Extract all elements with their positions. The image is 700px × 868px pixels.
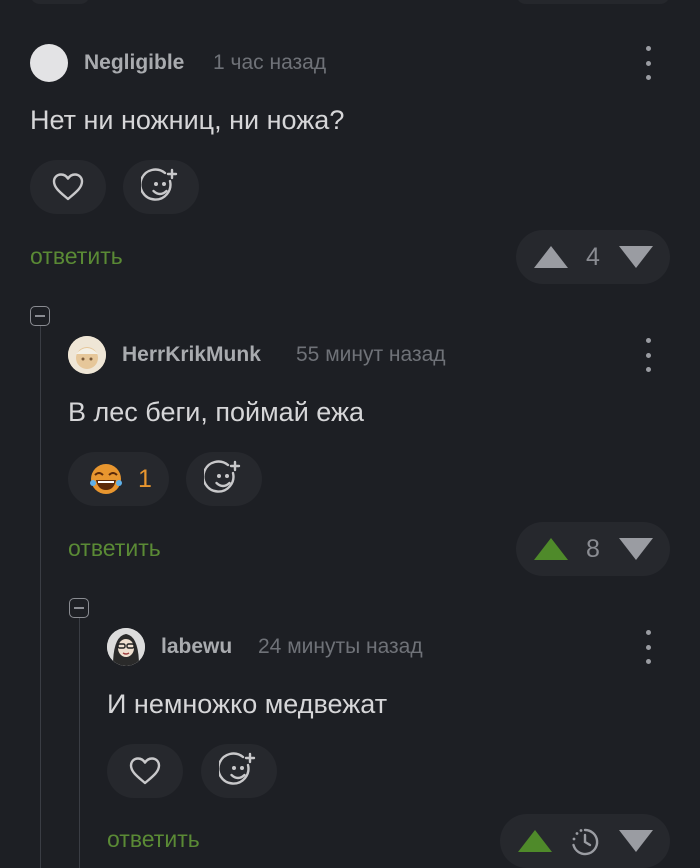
kebab-menu-icon[interactable] [643,46,653,80]
avatar[interactable] [30,44,68,82]
comment-text: Нет ни ножниц, ни ножа? [30,105,345,135]
collapse-icon[interactable] [30,306,50,326]
previous-reply-pill [30,0,90,4]
thread-line [79,618,80,868]
like-button[interactable] [107,744,183,798]
heart-icon [52,173,84,201]
vote-count: 4 [586,243,600,271]
downvote-icon[interactable] [619,538,653,560]
add-emoji-icon [219,752,256,785]
avatar[interactable] [68,336,106,374]
comment-time: 24 минуты назад [258,635,423,658]
downvote-icon[interactable] [619,830,653,852]
add-reaction-button[interactable] [123,160,199,214]
upvote-icon[interactable] [518,830,552,852]
upvote-icon[interactable] [534,246,568,268]
upvote-icon[interactable] [534,538,568,560]
add-reaction-button[interactable] [201,744,277,798]
comment-text: И немножко медвежат [107,689,388,719]
collapse-icon[interactable] [69,598,89,618]
reply-link[interactable]: ответить [68,535,161,562]
like-button[interactable] [30,160,106,214]
comment-time: 55 минут назад [296,343,446,366]
kebab-menu-icon[interactable] [643,338,653,372]
kebab-menu-icon[interactable] [643,630,653,664]
avatar[interactable] [107,628,145,666]
thread-line [40,326,41,868]
reply-link[interactable]: ответить [107,826,200,853]
downvote-icon[interactable] [619,246,653,268]
vote-pill: 4 [516,230,670,284]
previous-votes-pill [516,0,670,4]
reaction-pill[interactable]: 1 [68,452,169,506]
comment-author[interactable]: Negligible [84,51,184,75]
vote-count: 8 [586,535,600,563]
comment-time: 1 час назад [213,51,327,74]
heart-icon [129,757,161,785]
avatar-image [68,336,106,374]
vote-pill [500,814,670,868]
add-reaction-button[interactable] [186,452,262,506]
add-emoji-icon [204,460,241,493]
comment-author[interactable]: labewu [161,635,232,659]
clock-loading-icon [572,828,599,856]
laughing-emoji-icon [90,464,122,494]
comment-text: В лес беги, поймай ежа [68,397,365,427]
avatar-image [107,628,145,666]
vote-pill: 8 [516,522,670,576]
reaction-count: 1 [138,464,152,493]
comment-author[interactable]: HerrKrikMunk [122,343,261,367]
add-emoji-icon [141,168,178,201]
reply-link[interactable]: ответить [30,243,123,270]
